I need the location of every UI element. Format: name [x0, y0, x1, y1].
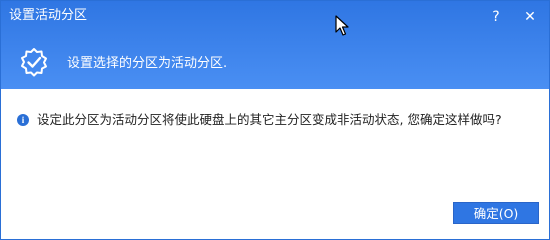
mouse-cursor-icon [335, 15, 349, 36]
close-button[interactable]: ✕ [519, 7, 541, 27]
title-bar: 设置活动分区 ? ✕ [1, 1, 549, 31]
header-message: 设置选择的分区为活动分区. [67, 56, 228, 71]
dialog-header: 设置活动分区 ? ✕ 设置选择的分区为活动分区. [1, 1, 549, 89]
confirm-message: 设定此分区为活动分区将使此硬盘上的其它主分区变成非活动状态, 您确定这样做吗? [37, 112, 502, 127]
ok-button[interactable]: 确定(O) [453, 202, 539, 224]
gear-check-icon [21, 48, 47, 77]
help-button[interactable]: ? [485, 7, 507, 27]
info-icon: i [17, 114, 29, 126]
dialog-title: 设置活动分区 [9, 8, 88, 23]
set-active-partition-dialog: 设置活动分区 ? ✕ 设置选择的分区为活动分区. i 设定此分区为活动分区将使此… [0, 0, 550, 240]
